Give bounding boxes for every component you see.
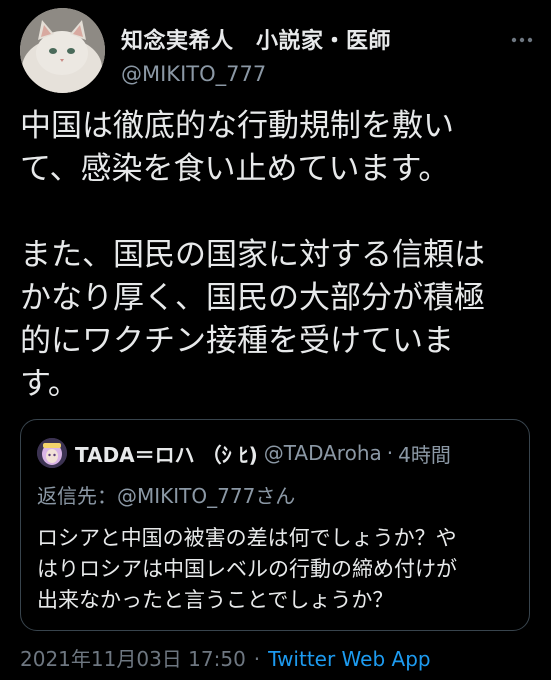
- author-display-name[interactable]: 知念実希人 小説家・医師: [121, 23, 391, 55]
- reply-to-handle[interactable]: @MIKITO_777: [117, 484, 255, 508]
- reply-to-suffix: さん: [255, 484, 296, 508]
- quoted-author-avatar[interactable]: [37, 438, 67, 468]
- tweet-paragraph: また、国民の国家に対する信頼は かなり厚く、国民の大部分が積極 的にワクチン接種…: [20, 237, 485, 402]
- reply-to-line: 返信先：@MIKITO_777さん: [37, 480, 295, 509]
- tweet-footer: 2021年11月03日 17:50 · Twitter Web App: [20, 643, 431, 672]
- quoted-tweet-text: ロシアと中国の被害の差は何でしょうか？や はりロシアは中国レベルの行動の締め付け…: [37, 526, 457, 612]
- footer-separator: ·: [253, 647, 261, 671]
- quoted-author-name[interactable]: TADA＝ロハ （ｼ ﾋ): [75, 439, 258, 468]
- tweet-paragraph: 中国は徹底的な行動規制を敷い て、感染を食い止めています。: [20, 108, 454, 187]
- quoted-tweet-card[interactable]: TADA＝ロハ （ｼ ﾋ) @TADAroha · 4時間 返信先：@MIKIT…: [20, 419, 530, 631]
- tweet-timestamp[interactable]: 2021年11月03日 17:50: [20, 647, 246, 671]
- quoted-timestamp[interactable]: 4時間: [398, 439, 451, 468]
- anime-avatar-image: [37, 438, 67, 468]
- tweet-source-link[interactable]: Twitter Web App: [268, 647, 430, 671]
- author-handle[interactable]: @MIKITO_777: [121, 62, 266, 86]
- more-options-icon[interactable]: [508, 26, 536, 54]
- tweet-text: 中国は徹底的な行動規制を敷い て、感染を食い止めています。 また、国民の国家に対…: [20, 105, 540, 406]
- author-avatar[interactable]: [20, 8, 105, 93]
- quoted-tweet-header: TADA＝ロハ （ｼ ﾋ) @TADAroha · 4時間: [37, 438, 451, 468]
- cat-avatar-image: [20, 8, 105, 93]
- quoted-author-handle[interactable]: @TADAroha: [264, 441, 382, 465]
- quoted-separator: ·: [386, 441, 394, 465]
- reply-to-label: 返信先：: [37, 484, 117, 508]
